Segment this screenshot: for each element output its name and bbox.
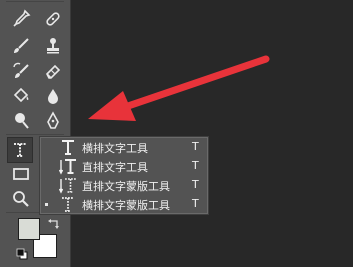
rectangle-tool[interactable]	[8, 161, 34, 187]
vertical-type-mask-icon	[59, 177, 77, 194]
eyedropper-icon	[13, 9, 31, 27]
dodge-icon	[15, 113, 29, 129]
blur-icon	[48, 89, 58, 104]
vertical-type-icon	[59, 158, 77, 175]
menu-item-shortcut: T	[192, 178, 199, 191]
zoom-tool[interactable]	[8, 186, 34, 212]
rectangle-icon	[13, 168, 29, 180]
type-tool-flyout-menu: 横排文字工具 T 直排文字工具 T 直排文字蒙版工具 T 横排文字蒙版工具 T	[39, 136, 209, 215]
menu-item-label: 横排文字工具	[82, 142, 148, 155]
menu-item-horizontal-type[interactable]: 横排文字工具 T	[40, 138, 208, 157]
type-tool[interactable]	[7, 137, 33, 163]
paint-bucket-tool[interactable]	[8, 83, 34, 109]
brush-tool[interactable]	[8, 33, 34, 59]
healing-brush-tool[interactable]	[40, 6, 66, 32]
menu-item-label: 横排文字蒙版工具	[82, 199, 170, 212]
history-brush-tool[interactable]	[8, 58, 34, 84]
type-tool-icon	[14, 143, 26, 157]
clone-stamp-tool[interactable]	[40, 33, 66, 59]
default-colors-icon[interactable]	[16, 248, 28, 260]
menu-item-shortcut: T	[192, 159, 199, 172]
zoom-icon	[13, 191, 29, 207]
tools-panel	[0, 0, 71, 267]
menu-item-shortcut: T	[192, 197, 199, 210]
pen-tool[interactable]	[40, 108, 66, 134]
dodge-tool[interactable]	[8, 108, 34, 134]
paint-bucket-icon	[13, 87, 29, 103]
menu-item-label: 直排文字蒙版工具	[82, 180, 170, 193]
eyedropper-tool[interactable]	[8, 6, 34, 32]
menu-item-vertical-type-mask[interactable]: 直排文字蒙版工具 T	[40, 176, 208, 195]
history-brush-icon	[13, 62, 29, 78]
menu-item-vertical-type[interactable]: 直排文字工具 T	[40, 157, 208, 176]
clone-stamp-icon	[47, 38, 59, 54]
horizontal-type-mask-icon	[59, 196, 77, 213]
menu-item-horizontal-type-mask[interactable]: 横排文字蒙版工具 T	[40, 195, 208, 214]
menu-item-shortcut: T	[192, 140, 199, 153]
eraser-tool[interactable]	[40, 58, 66, 84]
eraser-icon	[46, 64, 61, 79]
foreground-color-swatch[interactable]	[18, 218, 40, 240]
pen-icon	[47, 111, 59, 129]
swap-colors-icon[interactable]	[48, 218, 60, 230]
brush-icon	[14, 38, 29, 53]
menu-item-label: 直排文字工具	[82, 161, 148, 174]
healing-brush-icon	[46, 12, 60, 26]
horizontal-type-icon	[59, 139, 77, 156]
blur-tool[interactable]	[40, 83, 66, 109]
selected-indicator	[45, 203, 48, 206]
